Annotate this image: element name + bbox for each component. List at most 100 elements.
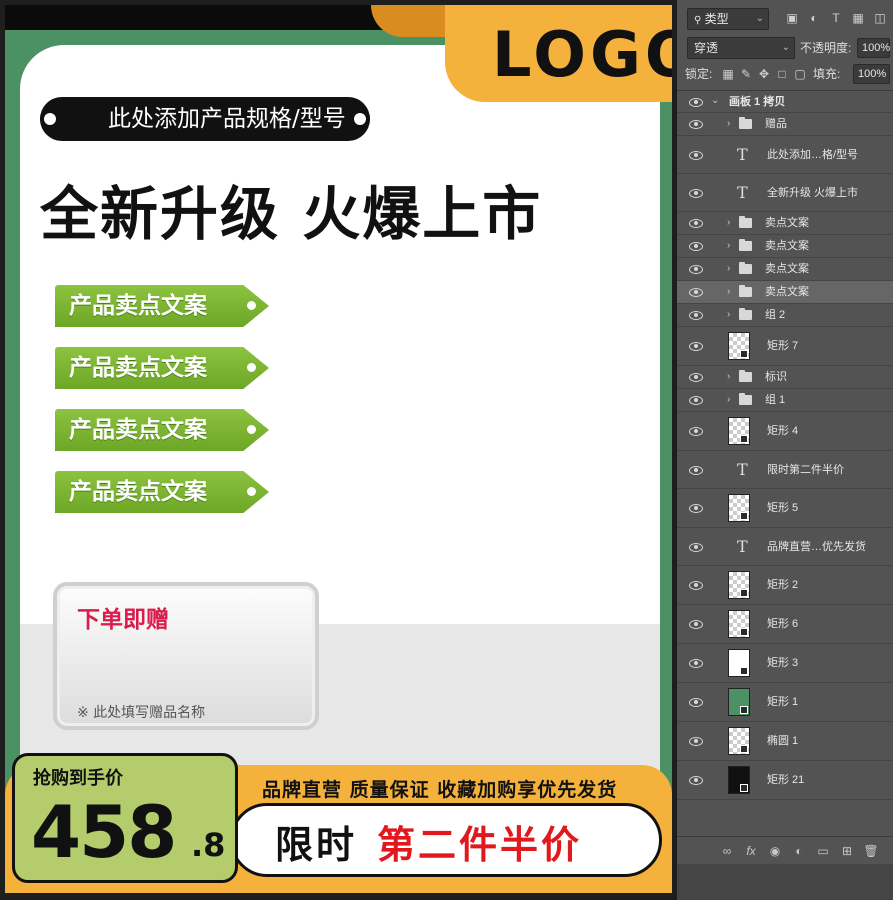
- type-filter-icon[interactable]: T: [829, 10, 843, 26]
- layer-row[interactable]: › 卖点文案: [677, 235, 893, 258]
- layer-row[interactable]: 椭圆 1: [677, 722, 893, 761]
- lock-all-icon[interactable]: ▢: [793, 66, 807, 82]
- layer-row[interactable]: › 卖点文案: [677, 212, 893, 235]
- eye-icon[interactable]: [687, 187, 705, 199]
- layer-row[interactable]: 矩形 4: [677, 412, 893, 451]
- layer-row[interactable]: T 限时第二件半价: [677, 451, 893, 489]
- new-group-icon[interactable]: ▭: [815, 843, 831, 859]
- opacity-label: 不透明度:: [800, 41, 852, 55]
- eye-icon[interactable]: [687, 425, 705, 437]
- layer-row[interactable]: 矩形 7: [677, 327, 893, 366]
- lock-transparent-icon[interactable]: ▦: [721, 66, 735, 82]
- layers-panel: ⚲ 类型 ⌄ ▣ ◐ T ▦ ◫ 穿透 ⌄ 不透明度: 100% 锁定: ▦ ✎…: [676, 0, 893, 900]
- slogan: 品牌直营 质量保证 收藏加购享优先发货: [262, 779, 618, 801]
- eye-icon[interactable]: [687, 118, 705, 130]
- text-layer-icon: T: [737, 536, 748, 556]
- chevron-right-icon[interactable]: ›: [727, 285, 730, 299]
- layer-row[interactable]: › 卖点文案: [677, 258, 893, 281]
- chevron-right-icon[interactable]: ›: [727, 117, 730, 131]
- layer-row-artboard[interactable]: ⌄ 画板 1 拷贝: [677, 91, 893, 113]
- eye-icon[interactable]: [687, 340, 705, 352]
- layer-row[interactable]: 矩形 2: [677, 566, 893, 605]
- folder-icon: [739, 308, 752, 320]
- filter-row: ⚲ 类型 ⌄ ▣ ◐ T ▦ ◫: [681, 8, 890, 30]
- eye-icon[interactable]: [687, 735, 705, 747]
- eye-icon[interactable]: [687, 618, 705, 630]
- layer-row[interactable]: › 组 1: [677, 389, 893, 412]
- blend-mode-select[interactable]: 穿透 ⌄: [687, 37, 795, 59]
- layer-name: 标识: [765, 371, 787, 383]
- chevron-right-icon[interactable]: ›: [727, 216, 730, 230]
- lock-artboard-icon[interactable]: □: [775, 66, 789, 82]
- layer-name: 矩形 7: [767, 340, 799, 352]
- chevron-right-icon[interactable]: ›: [727, 262, 730, 276]
- eye-icon[interactable]: [687, 394, 705, 406]
- selling-point-text: 产品卖点文案: [69, 479, 207, 505]
- lock-move-icon[interactable]: ✥: [757, 66, 771, 82]
- chevron-right-icon[interactable]: ›: [727, 370, 730, 384]
- eye-icon[interactable]: [687, 309, 705, 321]
- layer-row[interactable]: T 品牌直营…优先发货: [677, 528, 893, 566]
- layer-row[interactable]: T 此处添加…格/型号: [677, 136, 893, 174]
- layer-row[interactable]: 矩形 5: [677, 489, 893, 528]
- eye-icon[interactable]: [687, 149, 705, 161]
- fill-field[interactable]: 100%: [853, 64, 890, 84]
- eye-icon[interactable]: [687, 657, 705, 669]
- smartobject-filter-icon[interactable]: ◫: [873, 10, 887, 26]
- selling-point-text: 产品卖点文案: [69, 417, 207, 443]
- new-layer-icon[interactable]: ⊞: [839, 843, 855, 859]
- chevron-right-icon[interactable]: ›: [727, 308, 730, 322]
- price-label: 抢购到手价: [33, 768, 123, 789]
- trash-icon[interactable]: 🗑: [863, 843, 879, 859]
- pixel-filter-icon[interactable]: ▣: [785, 10, 799, 26]
- opacity-field[interactable]: 100%: [857, 38, 890, 58]
- link-icon[interactable]: ∞: [719, 843, 735, 859]
- eye-icon[interactable]: [687, 263, 705, 275]
- layer-row[interactable]: 矩形 1: [677, 683, 893, 722]
- layer-row[interactable]: › 组 2: [677, 304, 893, 327]
- selling-point-text: 产品卖点文案: [69, 293, 207, 319]
- layer-row[interactable]: 矩形 21: [677, 761, 893, 800]
- chevron-right-icon[interactable]: ›: [727, 239, 730, 253]
- tag-hole: [247, 425, 256, 434]
- eye-icon[interactable]: [687, 240, 705, 252]
- price-main: 458: [31, 790, 177, 874]
- eye-icon[interactable]: [687, 541, 705, 553]
- chevron-down-icon: ⌄: [781, 42, 790, 53]
- layer-thumbnail: [728, 417, 750, 445]
- layer-row[interactable]: T 全新升级 火爆上市: [677, 174, 893, 212]
- kind-filter-select[interactable]: ⚲ 类型 ⌄: [687, 8, 769, 30]
- adjustment-filter-icon[interactable]: ◐: [807, 10, 821, 26]
- eye-icon[interactable]: [687, 217, 705, 229]
- design-canvas[interactable]: LOGO 此处添加产品规格/型号 全新升级 火爆上市 产品卖点文案 产品卖点文案…: [0, 0, 676, 900]
- panel-footer: ∞ fx ◉ ◐ ▭ ⊞ 🗑: [677, 836, 893, 864]
- layer-row[interactable]: 矩形 6: [677, 605, 893, 644]
- layer-name: 组 1: [765, 394, 786, 406]
- layer-name: 品牌直营…优先发货: [767, 540, 866, 553]
- layer-row[interactable]: › 标识: [677, 366, 893, 389]
- layer-row[interactable]: 矩形 3: [677, 644, 893, 683]
- eye-icon[interactable]: [687, 579, 705, 591]
- selling-point-tag: 产品卖点文案: [55, 409, 269, 451]
- folder-icon: [739, 117, 752, 129]
- lock-paint-icon[interactable]: ✎: [739, 66, 753, 82]
- shape-filter-icon[interactable]: ▦: [851, 10, 865, 26]
- fill-label: 填充:: [813, 67, 841, 81]
- eye-icon[interactable]: [687, 774, 705, 786]
- chevron-right-icon[interactable]: ›: [727, 393, 730, 407]
- eye-icon[interactable]: [687, 696, 705, 708]
- eye-icon[interactable]: [687, 96, 705, 108]
- eye-icon[interactable]: [687, 286, 705, 298]
- eye-icon[interactable]: [687, 464, 705, 476]
- layer-thumbnail: [728, 332, 750, 360]
- chevron-down-icon[interactable]: ⌄: [711, 95, 719, 106]
- eye-icon[interactable]: [687, 371, 705, 383]
- eye-icon[interactable]: [687, 502, 705, 514]
- mask-icon[interactable]: ◉: [767, 843, 783, 859]
- adjustment-icon[interactable]: ◐: [791, 843, 807, 859]
- layer-name: 限时第二件半价: [767, 463, 844, 476]
- layer-name: 卖点文案: [765, 286, 809, 298]
- fx-icon[interactable]: fx: [743, 843, 759, 859]
- layer-row[interactable]: › 赠品: [677, 113, 893, 136]
- layer-row[interactable]: › 卖点文案: [677, 281, 893, 304]
